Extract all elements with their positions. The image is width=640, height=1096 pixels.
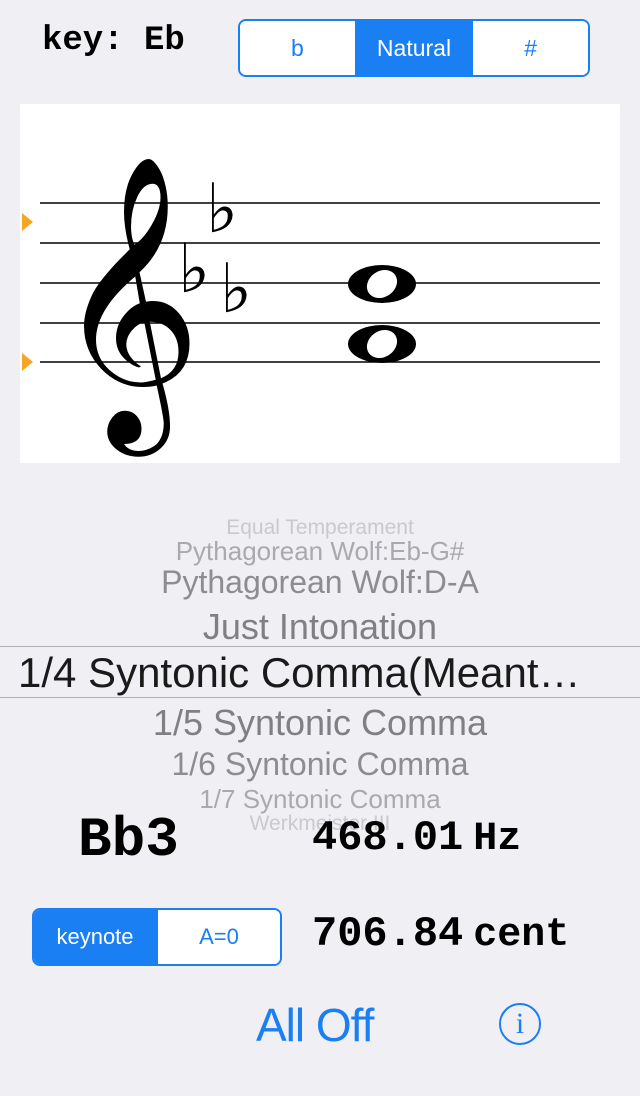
natural-segment[interactable]: Natural bbox=[354, 21, 472, 75]
flat-icon: ♭ bbox=[220, 250, 252, 329]
accidental-segmented-control[interactable]: b Natural # bbox=[238, 19, 590, 77]
flat-segment[interactable]: b bbox=[240, 21, 355, 75]
info-icon[interactable]: i bbox=[499, 1003, 541, 1045]
range-marker-icon bbox=[22, 213, 33, 231]
picker-item[interactable]: 1/6 Syntonic Comma bbox=[0, 746, 640, 783]
range-marker-icon bbox=[22, 353, 33, 371]
cent-value: 706.84 bbox=[312, 910, 464, 958]
cent-unit: cent bbox=[473, 913, 570, 958]
flat-icon: ♭ bbox=[178, 230, 210, 309]
reference-segmented-control[interactable]: keynote A=0 bbox=[32, 908, 282, 966]
picker-selection-band[interactable]: 1/4 Syntonic Comma(Meant… bbox=[0, 646, 640, 698]
chord-notes bbox=[348, 265, 416, 363]
keynote-segment[interactable]: keynote bbox=[34, 910, 156, 964]
frequency-unit: Hz bbox=[473, 817, 522, 862]
cent-readout: 706.84 cent bbox=[312, 910, 569, 958]
frequency-value: 468.01 bbox=[312, 814, 464, 862]
picker-item[interactable]: 1/5 Syntonic Comma bbox=[0, 702, 640, 744]
sharp-segment[interactable]: # bbox=[471, 21, 588, 75]
selected-temperament[interactable]: 1/4 Syntonic Comma(Meant… bbox=[18, 647, 640, 699]
picker-item[interactable]: Just Intonation bbox=[0, 606, 640, 648]
staff-panel[interactable]: 𝄞 ♭ ♭ ♭ bbox=[20, 104, 620, 463]
note-name: Bb3 bbox=[78, 808, 179, 872]
a-zero-segment[interactable]: A=0 bbox=[156, 910, 280, 964]
picker-item[interactable]: Pythagorean Wolf:D-A bbox=[0, 564, 640, 601]
temperament-picker[interactable]: Equal Temperament Pythagorean Wolf:Eb-G#… bbox=[0, 512, 640, 830]
flat-icon: ♭ bbox=[206, 170, 238, 249]
music-staff: 𝄞 ♭ ♭ ♭ bbox=[40, 152, 600, 457]
picker-item[interactable]: Pythagorean Wolf:Eb-G# bbox=[0, 536, 640, 567]
all-off-button[interactable]: All Off bbox=[256, 998, 374, 1052]
key-label: key: Eb bbox=[42, 22, 185, 60]
frequency-readout: 468.01 Hz bbox=[312, 814, 521, 862]
